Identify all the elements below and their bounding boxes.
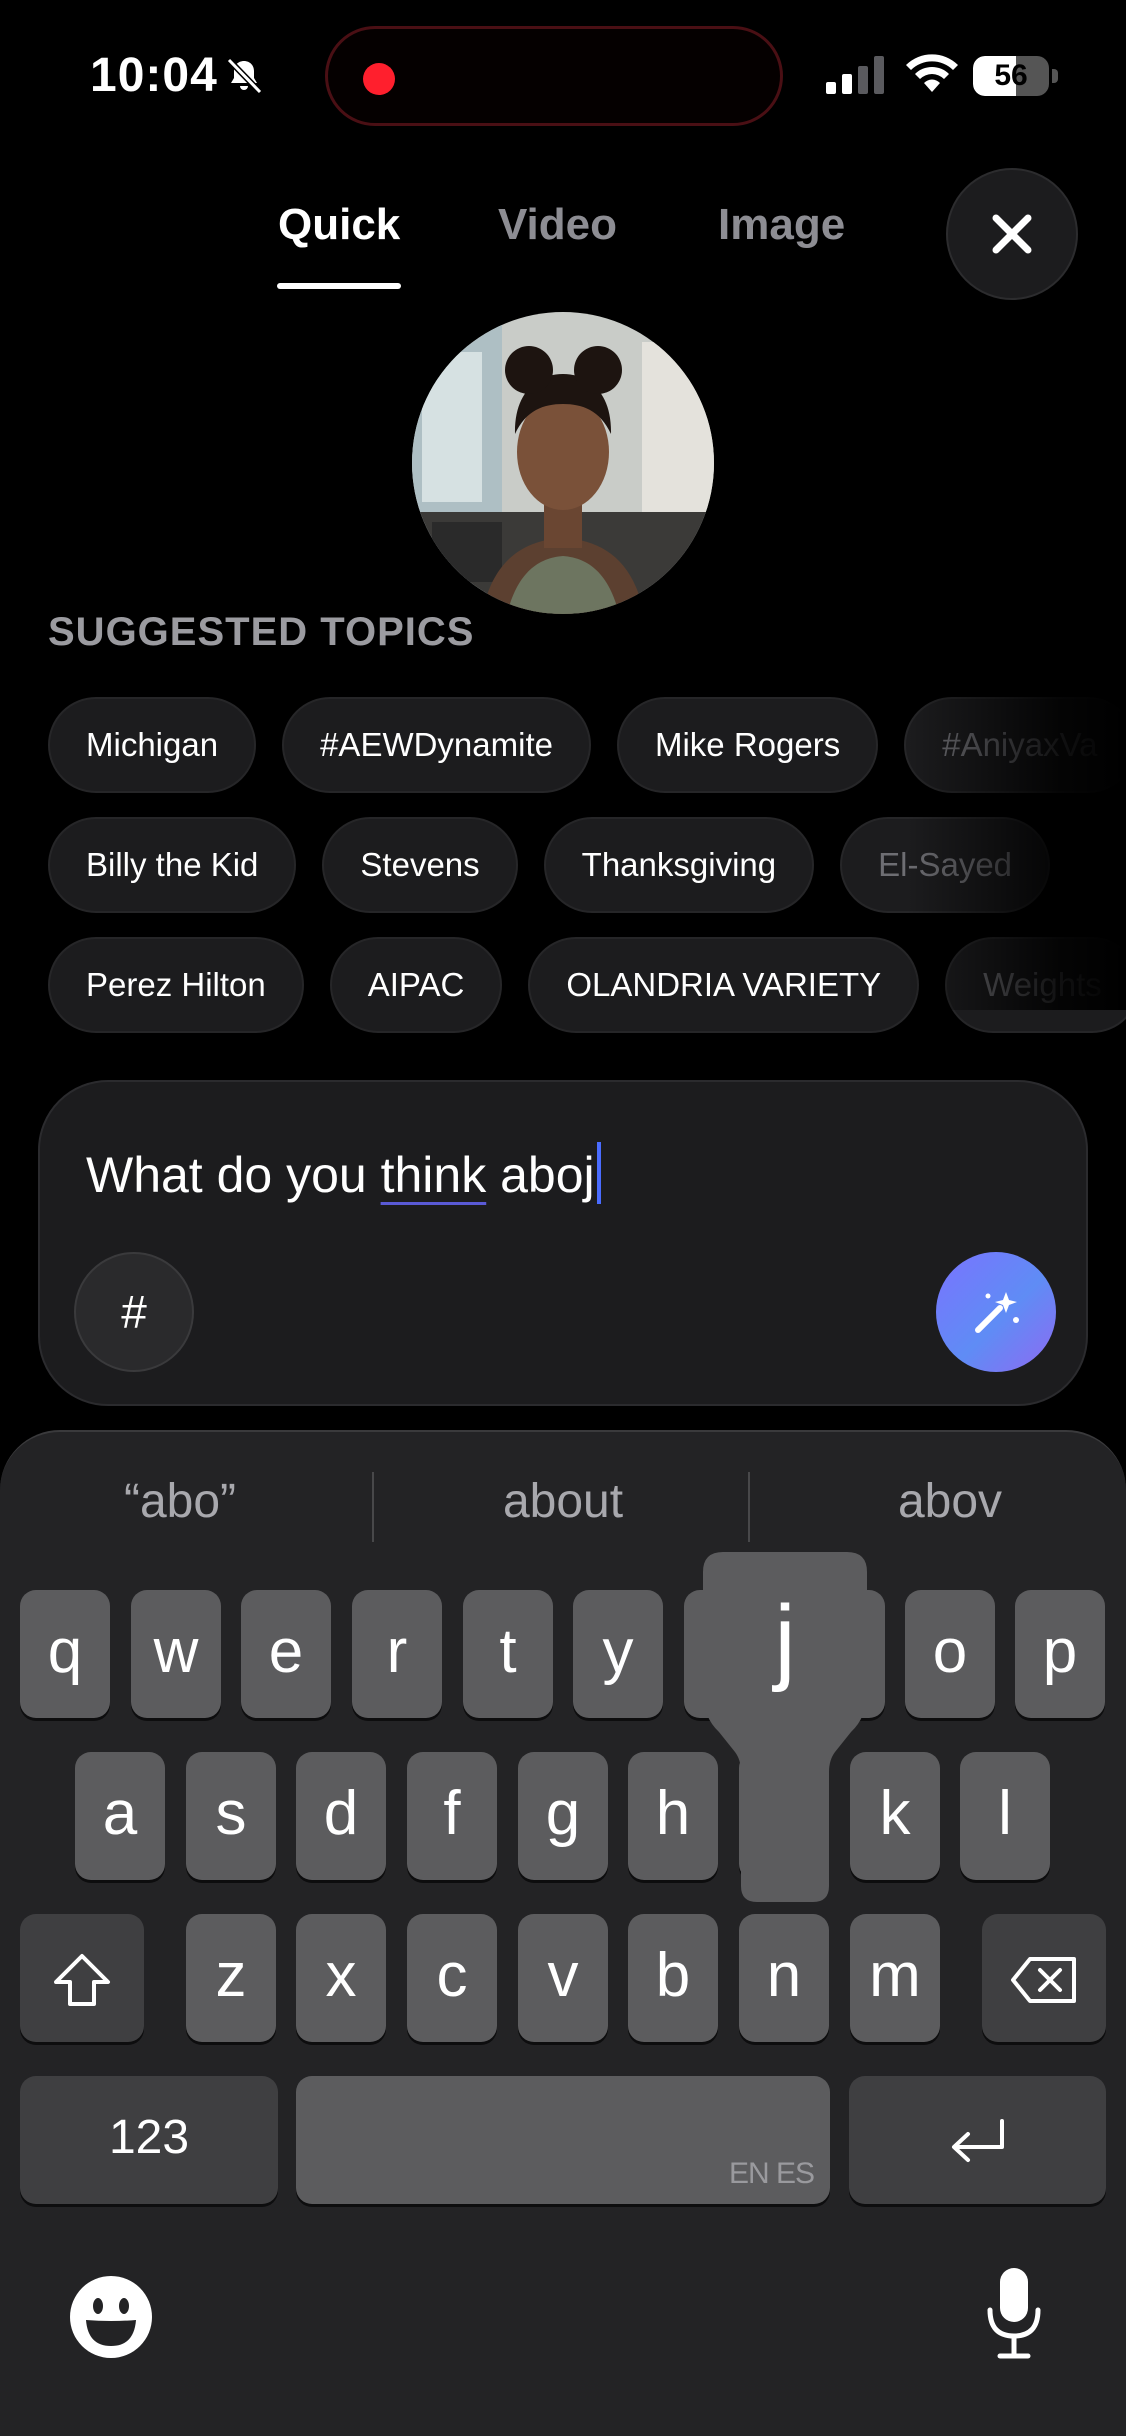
shift-icon [54, 1953, 110, 2006]
key-f[interactable]: f [407, 1752, 497, 1880]
suggestion-item[interactable]: “abo” [40, 1462, 320, 1542]
close-button[interactable] [946, 168, 1078, 300]
tab-image[interactable]: Image [718, 200, 845, 250]
close-icon [992, 214, 1032, 254]
topic-chip[interactable]: El-Sayed [840, 817, 1051, 913]
topic-chip[interactable]: Thanksgiving [543, 817, 815, 913]
prompt-composer[interactable]: What do you think aboj # [38, 1080, 1088, 1406]
topic-chip[interactable]: #AEWDynamite [282, 697, 591, 793]
shift-key[interactable] [20, 1914, 144, 2042]
text-caret [596, 1142, 601, 1204]
recording-indicator-icon [363, 63, 395, 95]
key-y[interactable]: y [573, 1590, 663, 1718]
tab-quick[interactable]: Quick [278, 200, 400, 250]
mode-tabs: Quick Video Image [240, 190, 920, 290]
key-press-popup: j [703, 1552, 867, 1902]
suggested-topics-heading: SUGGESTED TOPICS [48, 610, 475, 654]
clock: 10:04 [90, 49, 218, 102]
key-v[interactable]: v [518, 1914, 608, 2042]
topics-row-1: Michigan #AEWDynamite Mike Rogers #Aniya… [48, 697, 1126, 793]
hashtag-button[interactable]: # [74, 1252, 194, 1372]
topic-chip[interactable]: Perez Hilton [48, 937, 304, 1033]
space-bar[interactable]: EN ES [296, 2076, 830, 2204]
software-keyboard: “abo” about abov q w e r t y u i o p a s… [0, 1430, 1126, 2436]
generate-button[interactable] [936, 1252, 1056, 1372]
emoji-icon[interactable] [68, 2274, 154, 2360]
topic-chip[interactable]: OLANDRIA VARIETY [528, 937, 920, 1033]
key-l[interactable]: l [960, 1752, 1050, 1880]
numbers-key[interactable]: 123 [20, 2076, 278, 2204]
battery-indicator: 56 [973, 56, 1059, 96]
wifi-icon [906, 54, 958, 92]
bell-slash-icon [226, 57, 263, 95]
magic-wand-icon [975, 1292, 1019, 1333]
suggestion-item[interactable]: abov [810, 1462, 1090, 1542]
key-d[interactable]: d [296, 1752, 386, 1880]
key-c[interactable]: c [407, 1914, 497, 2042]
topics-row-2: Billy the Kid Stevens Thanksgiving El-Sa… [48, 817, 1051, 913]
key-s[interactable]: s [186, 1752, 276, 1880]
key-g[interactable]: g [518, 1752, 608, 1880]
microphone-icon[interactable] [984, 2264, 1044, 2364]
avatar[interactable] [412, 312, 714, 614]
topic-chip[interactable]: AIPAC [329, 937, 503, 1033]
key-e[interactable]: e [241, 1590, 331, 1718]
topic-chip[interactable]: #AniyaxVa [904, 697, 1126, 793]
avatar-portrait-image [412, 312, 714, 614]
return-key[interactable] [849, 2076, 1106, 2204]
active-tab-indicator [277, 283, 401, 289]
topic-chip[interactable]: Billy the Kid [48, 817, 297, 913]
backspace-icon [1011, 1956, 1076, 2003]
keyboard-language-label: EN ES [728, 2157, 815, 2190]
key-n[interactable]: n [739, 1914, 829, 2042]
popup-letter: j [771, 1586, 795, 1693]
key-x[interactable]: x [296, 1914, 386, 2042]
topic-chip[interactable]: Weights [945, 937, 1126, 1033]
key-z[interactable]: z [186, 1914, 276, 2042]
key-r[interactable]: r [352, 1590, 442, 1718]
key-b[interactable]: b [628, 1914, 718, 2042]
status-bar: 10:04 56 [0, 0, 1126, 150]
delete-key[interactable] [982, 1914, 1106, 2042]
tab-video[interactable]: Video [498, 200, 617, 250]
dynamic-island[interactable] [325, 26, 783, 126]
prompt-input[interactable]: What do you think aboj [86, 1142, 601, 1204]
battery-percent: 56 [994, 59, 1028, 92]
autocorrect-bar: “abo” about abov [0, 1462, 1126, 1542]
suggestion-item[interactable]: about [423, 1462, 703, 1542]
key-p[interactable]: p [1015, 1590, 1105, 1718]
return-icon [951, 2118, 1004, 2162]
key-a[interactable]: a [75, 1752, 165, 1880]
key-w[interactable]: w [131, 1590, 221, 1718]
topics-row-3: Perez Hilton AIPAC OLANDRIA VARIETY Weig… [48, 937, 1126, 1033]
key-m[interactable]: m [850, 1914, 940, 2042]
cellular-signal-icon [826, 56, 884, 94]
topic-chip[interactable]: Stevens [322, 817, 518, 913]
key-t[interactable]: t [463, 1590, 553, 1718]
topic-chip[interactable]: Michigan [48, 697, 257, 793]
topic-chip[interactable]: Mike Rogers [616, 697, 879, 793]
key-q[interactable]: q [20, 1590, 110, 1718]
key-o[interactable]: o [905, 1590, 995, 1718]
